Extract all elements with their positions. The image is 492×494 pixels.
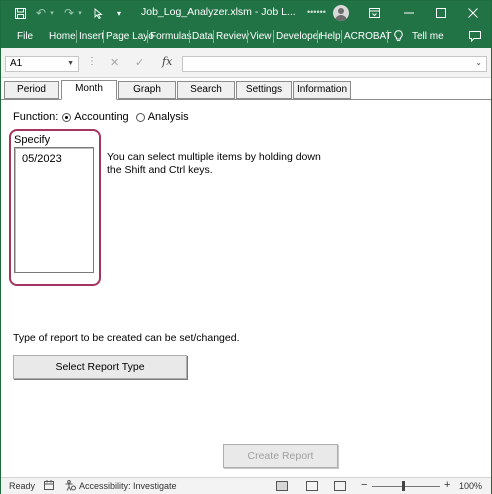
list-item[interactable]: 05/2023: [22, 153, 62, 165]
enter-icon[interactable]: ✓: [135, 56, 144, 69]
tab-information[interactable]: Information: [293, 81, 351, 99]
zoom-level[interactable]: 100%: [459, 481, 482, 491]
status-ready: Ready: [9, 481, 36, 491]
ribbon-divider: [273, 30, 274, 43]
radio-accounting[interactable]: [62, 112, 72, 122]
specify-listbox[interactable]: 05/2023: [14, 147, 94, 273]
ribbon-divider: [341, 30, 342, 43]
ribbon-divider: [247, 30, 248, 43]
ribbon-tab-view[interactable]: View: [250, 25, 272, 48]
tab-settings[interactable]: Settings: [236, 81, 292, 99]
radio-accounting-label[interactable]: Accounting: [74, 111, 128, 123]
insert-function-icon[interactable]: fx: [162, 55, 172, 68]
expand-formula-icon[interactable]: ⌄: [475, 58, 482, 67]
status-bar: Ready Accessibility: Investigate − + 100…: [1, 477, 491, 494]
ribbon-divider: [317, 30, 318, 43]
report-type-note: Type of report to be created can be set/…: [13, 332, 240, 344]
title-bar: ↶ ▾ ↷ ▾ ▾ Job_Log_Analyzer.xlsm - Job L.…: [1, 1, 491, 25]
formula-bar: A1 ▼ ⋮ ✕ ✓ fx ⌄: [1, 48, 491, 78]
page-break-view-icon[interactable]: [334, 481, 346, 491]
chevron-down-icon[interactable]: ▼: [67, 57, 74, 71]
radio-analysis[interactable]: [135, 112, 145, 122]
save-icon[interactable]: [11, 1, 29, 25]
undo-dropdown-icon[interactable]: ▾: [48, 1, 56, 25]
function-selector: Function: Accounting Analysis: [13, 111, 189, 123]
accessibility-status[interactable]: Accessibility: Investigate: [79, 481, 177, 491]
close-icon[interactable]: [463, 1, 483, 25]
pointer-icon[interactable]: [91, 1, 105, 25]
ribbon-tab-data[interactable]: Data: [192, 25, 213, 48]
excel-window: ↶ ▾ ↷ ▾ ▾ Job_Log_Analyzer.xlsm - Job L.…: [0, 0, 492, 494]
function-label: Function:: [13, 111, 59, 123]
multi-select-hint: You can select multiple items by holding…: [107, 151, 321, 176]
undo-icon[interactable]: ↶: [34, 1, 48, 25]
formula-input[interactable]: ⌄: [182, 56, 487, 72]
formula-bar-resize-handle[interactable]: ⋮: [87, 56, 97, 67]
macro-record-icon[interactable]: [44, 480, 54, 493]
form-tabs: Period Month Graph Search Settings Infor…: [1, 80, 491, 101]
ribbon-tab-formulas[interactable]: Formulas: [150, 25, 192, 48]
cancel-icon[interactable]: ✕: [110, 56, 119, 69]
tell-me-search[interactable]: Tell me: [412, 25, 444, 48]
normal-view-icon[interactable]: [276, 481, 288, 491]
specify-label: Specify: [14, 134, 51, 146]
redo-dropdown-icon[interactable]: ▾: [76, 1, 84, 25]
window-title: Job_Log_Analyzer.xlsm - Job L...: [141, 6, 296, 18]
name-box-value: A1: [10, 58, 23, 69]
ribbon-tab-insert[interactable]: Insert: [79, 25, 104, 48]
tab-month[interactable]: Month: [61, 80, 117, 100]
ribbon-divider: [103, 30, 104, 43]
select-report-type-button[interactable]: Select Report Type: [13, 355, 187, 379]
ribbon-divider: [147, 30, 148, 43]
zoom-in-button[interactable]: +: [444, 479, 450, 491]
comments-icon[interactable]: [469, 25, 481, 48]
ribbon-display-icon[interactable]: [365, 1, 383, 25]
ribbon-tab-developer[interactable]: Developer: [276, 25, 322, 48]
ribbon-tab-file[interactable]: File: [17, 25, 33, 48]
name-box[interactable]: A1 ▼: [5, 56, 79, 72]
ribbon-divider: [76, 30, 77, 43]
customize-icon[interactable]: ▾: [113, 1, 125, 25]
ribbon-divider: [213, 30, 214, 43]
minimize-icon[interactable]: [399, 1, 419, 25]
accessibility-icon[interactable]: [65, 480, 76, 494]
tab-period[interactable]: Period: [4, 81, 59, 99]
ribbon-tab-review[interactable]: Review: [216, 25, 249, 48]
user-name: ••••••: [307, 7, 326, 17]
ribbon-divider: [387, 30, 388, 43]
avatar[interactable]: [333, 5, 349, 21]
radio-analysis-label[interactable]: Analysis: [148, 111, 189, 123]
lightbulb-icon[interactable]: [394, 25, 403, 48]
tab-search[interactable]: Search: [177, 81, 235, 99]
zoom-slider-track[interactable]: [372, 486, 440, 487]
tab-graph[interactable]: Graph: [118, 81, 176, 99]
zoom-slider-thumb[interactable]: [402, 481, 405, 491]
ribbon-divider: [189, 30, 190, 43]
ribbon-tabs: File Home Insert Page Layo Formulas Data…: [1, 25, 491, 48]
create-report-button[interactable]: Create Report: [223, 444, 338, 468]
zoom-out-button[interactable]: −: [361, 479, 367, 491]
maximize-icon[interactable]: [431, 1, 451, 25]
redo-icon[interactable]: ↷: [62, 1, 76, 25]
ribbon-tab-help[interactable]: Help: [320, 25, 341, 48]
ribbon-tab-home[interactable]: Home: [49, 25, 76, 48]
page-layout-view-icon[interactable]: [306, 481, 318, 491]
ribbon-tab-acrobat[interactable]: ACROBAT: [344, 25, 392, 48]
